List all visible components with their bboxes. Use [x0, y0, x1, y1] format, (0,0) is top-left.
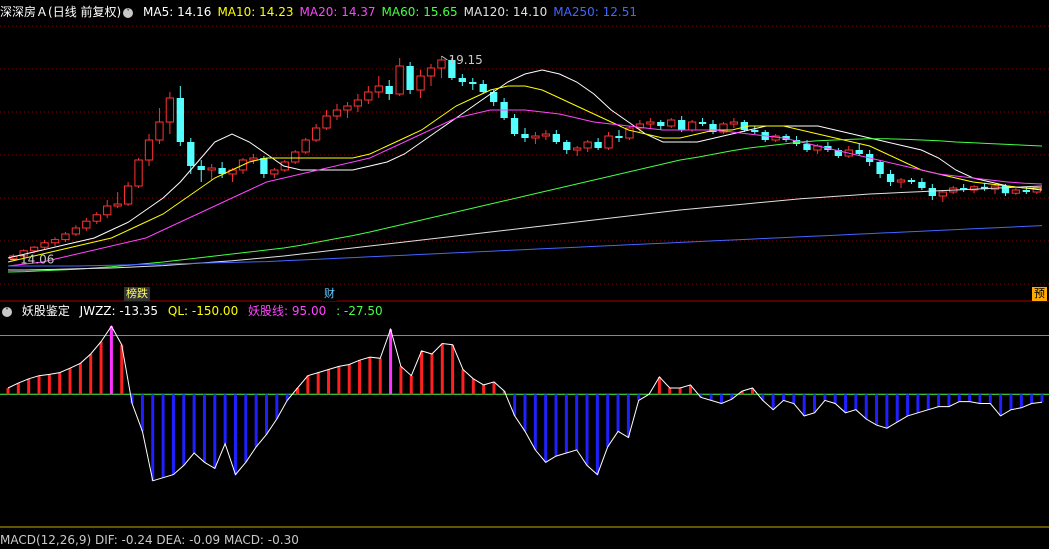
candle-body [374, 85, 383, 93]
candle-body [113, 203, 122, 207]
candle-body [40, 242, 49, 248]
candle-body [144, 139, 154, 161]
candle-body [353, 99, 363, 107]
candle-body [61, 233, 70, 241]
candle-body [928, 188, 936, 196]
candle-body [332, 109, 342, 117]
candle-body [918, 182, 926, 188]
candle-body [176, 98, 184, 142]
candle-body [343, 105, 352, 111]
candle-body [657, 122, 665, 126]
main-chart-header: 深深房Ａ(日线 前复权) ˅ MA5: 14.16 MA10: 14.23 MA20:… [0, 3, 649, 21]
candle-body [1011, 189, 1021, 194]
candle-body [291, 151, 300, 163]
stock-name[interactable]: 深深房Ａ [0, 5, 48, 19]
candle-body [896, 179, 906, 183]
candle-body [50, 239, 60, 244]
collapse-icon[interactable]: ˅ [123, 7, 134, 18]
candle-body [751, 130, 759, 132]
candle-body [187, 142, 195, 166]
candle-body [615, 136, 623, 138]
ma-line-ma250 [8, 225, 1043, 267]
ma-legend-item: MA60: 15.65 [381, 5, 458, 19]
candle-body [92, 214, 101, 222]
candle-body [469, 82, 477, 84]
candle-body [322, 115, 331, 129]
collapse-icon[interactable]: ˅ [2, 306, 12, 317]
ma-legend-item: MA20: 14.37 [299, 5, 376, 19]
candle-body [678, 120, 686, 130]
event-tag-bangdie[interactable]: 榜跌 [124, 287, 150, 301]
candle-body [552, 134, 560, 142]
candle-body [646, 121, 655, 125]
event-tag-yu[interactable]: 预 [1032, 287, 1047, 301]
jwzz-value: JWZZ: -13.35 [79, 304, 159, 318]
candle-body [886, 174, 895, 182]
candle-body [82, 220, 91, 229]
high-marker [441, 55, 448, 61]
candle-body [907, 180, 916, 182]
candle-body [385, 86, 393, 94]
candle-body [426, 67, 436, 77]
candle-body [165, 97, 175, 123]
candle-body [604, 135, 613, 149]
ma-line-ma60 [7, 138, 1043, 273]
ma-legend-item: MA10: 14.23 [217, 5, 294, 19]
ma-legend-item: MA250: 12.51 [553, 5, 637, 19]
candle-body [416, 75, 425, 91]
candle-body [541, 133, 551, 137]
candle-body [698, 122, 707, 124]
event-tag-cai[interactable]: 财 [322, 287, 337, 301]
candle-body [855, 150, 863, 154]
low-price-label: 14.06 [20, 253, 54, 267]
candle-body [71, 227, 81, 235]
candle-body [803, 144, 811, 150]
ma-legend-item: MA5: 14.16 [143, 5, 212, 19]
candle-body [573, 147, 582, 151]
candle-body [667, 119, 676, 127]
candle-body [270, 169, 279, 175]
candle-body [123, 185, 133, 205]
candle-body [563, 142, 571, 150]
indicator-name[interactable]: 妖股鉴定 [22, 304, 70, 318]
candle-body [207, 167, 216, 171]
candle-body [29, 246, 39, 252]
candle-body [510, 118, 519, 134]
candle-body [395, 65, 404, 95]
candle-body [594, 142, 602, 148]
candle-body [1022, 190, 1030, 192]
ql-value: QL: -150.00 [167, 304, 239, 318]
chart-mode[interactable]: (日线 前复权) [48, 5, 121, 19]
candle-body [406, 66, 414, 90]
macd-header: MACD(12,26,9) DIF: -0.24 DEA: -0.09 MACD… [0, 531, 305, 549]
candle-body [260, 158, 268, 174]
candle-body [458, 78, 466, 82]
candle-body [134, 159, 143, 187]
candle-body [938, 191, 947, 197]
last-value: : -27.50 [336, 304, 383, 318]
candle-body [531, 135, 540, 139]
candle-body [479, 84, 487, 92]
candle-body [249, 157, 258, 161]
high-price-label: 19.15 [448, 53, 482, 67]
candle-body [437, 59, 446, 69]
candle-body [583, 141, 592, 149]
chart-canvas[interactable]: 19.15 14.06 [0, 0, 1049, 538]
ma-legend-item: MA120: 14.10 [463, 5, 548, 19]
candle-body [521, 134, 529, 138]
candle-body [311, 127, 321, 141]
candle-body [687, 121, 697, 131]
candle-body [103, 205, 112, 216]
macd-label: MACD(12,26,9) DIF: -0.24 DEA: -0.09 MACD… [0, 533, 299, 547]
yaogu-value: 妖股线: 95.00 [248, 304, 327, 318]
candle-body [197, 166, 205, 170]
candle-body [155, 121, 164, 141]
candle-body [364, 91, 373, 101]
candle-body [729, 121, 739, 125]
candle-body [301, 139, 310, 153]
candle-body [876, 162, 884, 174]
indicator-header: ˅ 妖股鉴定 JWZZ: -13.35 QL: -150.00 妖股线: 95.… [0, 302, 389, 320]
ma-legend: MA5: 14.16 MA10: 14.23 MA20: 14.37 MA60: 15… [143, 5, 643, 19]
